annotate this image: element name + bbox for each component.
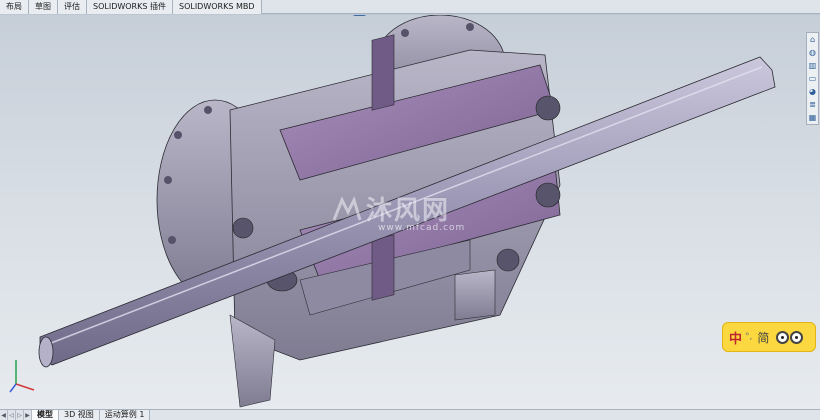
- next-tab-icon[interactable]: ▷: [16, 410, 24, 420]
- prev-tab-icon[interactable]: ◁: [8, 410, 16, 420]
- view-palette-icon[interactable]: ▦: [807, 112, 818, 123]
- watermark-text: 沐风网: [366, 196, 451, 226]
- model-tabs-bar: ◀ ◁ ▷ ▶ 模型 3D 视图 运动算例 1: [0, 409, 820, 420]
- first-tab-icon[interactable]: ◀: [0, 410, 8, 420]
- tab-evaluate[interactable]: 评估: [58, 0, 87, 14]
- tab-solidworks-addins[interactable]: SOLIDWORKS 插件: [87, 0, 173, 14]
- tab-3d-views[interactable]: 3D 视图: [59, 410, 100, 420]
- watermark-logo-icon: [332, 195, 362, 221]
- appearances-icon[interactable]: ◕: [807, 86, 818, 97]
- ime-script-label[interactable]: 简: [757, 329, 769, 346]
- tab-motion-study-1[interactable]: 运动算例 1: [99, 410, 151, 420]
- graphics-area[interactable]: ⤢ ⌕ ↶ ◧ ▣ ◫ ◉ ◐ ◒ ▤ ▭ ▯ □ ✕: [0, 15, 820, 409]
- watermark-url: www.mfcad.com: [378, 223, 466, 233]
- task-pane-tabs: ⌂ ◍ ▥ ▭ ◕ ≣ ▦: [806, 32, 819, 125]
- ime-mode-label[interactable]: 中: [729, 328, 742, 347]
- last-tab-icon[interactable]: ▶: [24, 410, 32, 420]
- tab-layout[interactable]: 布局: [0, 0, 29, 14]
- file-explorer-icon[interactable]: ▭: [807, 73, 818, 84]
- design-library-icon[interactable]: ▥: [807, 60, 818, 71]
- tab-sketch[interactable]: 草图: [29, 0, 58, 14]
- ime-toolbar[interactable]: 中 °, 简: [722, 322, 816, 352]
- home-icon[interactable]: ⌂: [807, 34, 818, 45]
- watermark: 沐风网: [332, 190, 450, 227]
- custom-properties-icon[interactable]: ≣: [807, 99, 818, 110]
- reference-triad-icon: [9, 360, 35, 393]
- tab-solidworks-mbd[interactable]: SOLIDWORKS MBD: [172, 0, 262, 14]
- resources-icon[interactable]: ◍: [807, 47, 818, 58]
- tab-model[interactable]: 模型: [32, 410, 59, 420]
- ime-punctuation-label[interactable]: °,: [745, 332, 752, 342]
- command-manager-tabs: 布局 草图 评估 SOLIDWORKS 插件 SOLIDWORKS MBD: [0, 0, 820, 14]
- ime-mascot-icon[interactable]: [776, 330, 804, 344]
